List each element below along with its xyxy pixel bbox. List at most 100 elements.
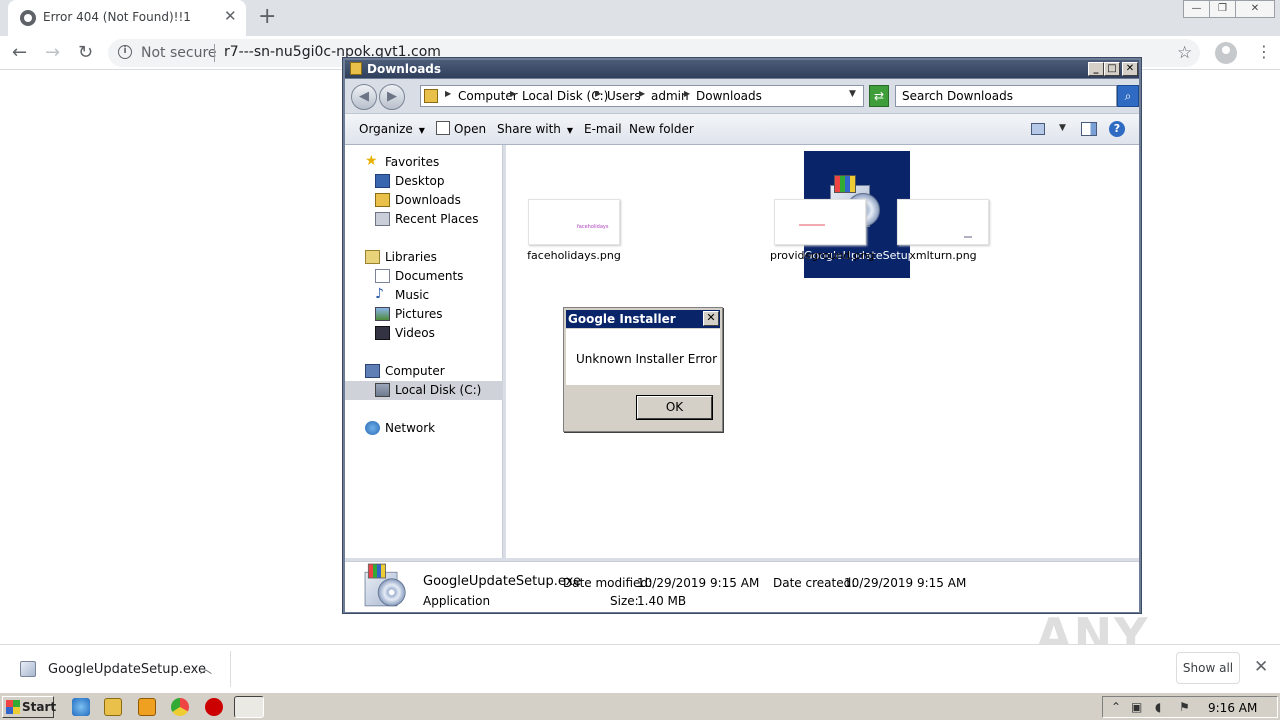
details-pane: GoogleUpdateSetup.exe Date modified: 10/… (345, 561, 1139, 612)
open-button[interactable]: Open (454, 122, 486, 136)
sidebar-item-documents[interactable]: Documents (345, 267, 503, 286)
command-bar: Organize ▼ Open Share with ▼ E-mail New fo… (345, 113, 1139, 145)
flag-icon[interactable]: ⚑ (1179, 700, 1190, 714)
new-folder-button[interactable]: New folder (629, 122, 694, 136)
chevron-up-icon[interactable]: ︿ (200, 660, 212, 677)
minimize-button[interactable]: _ (1088, 62, 1104, 76)
search-input[interactable]: Search Downloads (895, 85, 1117, 107)
sidebar-item-videos[interactable]: Videos (345, 324, 503, 343)
sidebar-item-label: Pictures (395, 307, 443, 321)
organize-button[interactable]: Organize ▼ (359, 122, 425, 136)
error-dialog: Google Installer ✕ Unknown Installer Err… (563, 307, 723, 432)
chevron-right-icon[interactable]: ▶ (639, 89, 645, 98)
restore-window-button[interactable]: ❐ (1209, 0, 1236, 18)
sidebar-item-local-disk[interactable]: Local Disk (C:) (345, 381, 503, 400)
chevron-down-icon: ▼ (566, 126, 574, 135)
thumbnail-mark (964, 236, 972, 238)
sidebar-item-desktop[interactable]: Desktop (345, 172, 503, 191)
explorer-folder-icon[interactable] (104, 698, 122, 716)
profile-avatar[interactable] (1215, 42, 1237, 64)
email-button[interactable]: E-mail (584, 122, 622, 136)
explorer-titlebar[interactable]: Downloads _ □ ✕ (345, 60, 1139, 78)
date-created-label: Date created: (773, 576, 856, 590)
chrome-icon[interactable] (171, 698, 189, 716)
sidebar-item-label: Desktop (395, 174, 445, 188)
breadcrumb[interactable]: ▶ Computer ▶ Local Disk (C:) ▶ Users ▶ a… (420, 85, 864, 107)
dialog-title: Google Installer (568, 312, 676, 326)
volume-icon[interactable]: ◖ (1155, 700, 1161, 714)
back-button[interactable]: ← (12, 42, 27, 63)
preview-pane-icon[interactable] (1081, 122, 1097, 136)
bookmark-star-icon[interactable]: ☆ (1177, 43, 1192, 63)
network-icon (365, 421, 380, 435)
file-item[interactable]: xmlturn.png (893, 199, 993, 269)
close-window-button[interactable]: ✕ (1235, 0, 1275, 18)
opera-icon[interactable] (205, 698, 223, 716)
breadcrumb-admin[interactable]: admin (651, 89, 689, 103)
sidebar-item-recent-places[interactable]: Recent Places (345, 210, 503, 229)
network-tray-icon[interactable]: ▣ (1131, 700, 1142, 714)
chevron-up-icon[interactable]: ⌃ (1111, 700, 1121, 714)
chevron-right-icon[interactable]: ▶ (510, 89, 516, 98)
chevron-down-icon[interactable]: ▼ (849, 89, 856, 99)
tab-title: Error 404 (Not Found)!!1 (43, 10, 191, 24)
info-icon[interactable]: i (118, 45, 132, 59)
ok-button[interactable]: OK (636, 395, 713, 420)
share-with-label: Share with (497, 122, 561, 136)
share-with-button[interactable]: Share with ▼ (497, 122, 573, 136)
chevron-right-icon[interactable]: ▶ (445, 89, 451, 98)
dialog-message: Unknown Installer Error (576, 352, 718, 366)
date-created-value: 10/29/2019 9:15 AM (844, 576, 967, 590)
breadcrumb-computer[interactable]: Computer (458, 89, 518, 103)
installer-task-icon[interactable] (234, 696, 264, 718)
media-player-icon[interactable] (138, 698, 156, 716)
file-name: faceholidays.png (527, 249, 621, 262)
close-button[interactable]: ✕ (1122, 62, 1138, 76)
refresh-button[interactable]: ⇄ (869, 85, 889, 107)
help-icon[interactable]: ? (1109, 121, 1125, 137)
installer-icon (20, 661, 36, 677)
menu-dots-icon[interactable]: ⋮ (1256, 42, 1272, 61)
sidebar-item-music[interactable]: ♪ Music (345, 286, 503, 305)
show-all-button[interactable]: Show all (1176, 652, 1240, 684)
breadcrumb-users[interactable]: Users (607, 89, 641, 103)
close-tab-icon[interactable]: ✕ (224, 7, 237, 25)
sidebar-item-downloads[interactable]: Downloads (345, 191, 503, 210)
libraries-icon (365, 250, 380, 264)
file-item[interactable]: faceholidays faceholidays.png (524, 199, 624, 269)
download-item[interactable]: GoogleUpdateSetup.exe (48, 662, 206, 677)
change-view-icon[interactable] (1031, 123, 1045, 135)
minimize-window-button[interactable]: — (1183, 0, 1210, 18)
sidebar-item-favorites[interactable]: ★ Favorites (345, 153, 503, 172)
start-button[interactable]: Start (2, 696, 56, 718)
reload-button[interactable]: ↻ (78, 42, 93, 63)
dialog-body: Unknown Installer Error (566, 329, 720, 385)
back-button[interactable]: ◀ (351, 84, 377, 110)
new-tab-button[interactable]: + (258, 4, 276, 29)
sidebar-item-pictures[interactable]: Pictures (345, 305, 503, 324)
internet-explorer-icon[interactable] (72, 698, 90, 716)
close-icon[interactable]: ✕ (1254, 657, 1268, 677)
file-item[interactable]: provideground.png (770, 199, 875, 269)
maximize-button[interactable]: □ (1104, 62, 1120, 76)
desktop-icon (375, 174, 390, 188)
forward-button[interactable]: → (45, 42, 60, 63)
chevron-right-icon[interactable]: ▶ (595, 89, 601, 98)
documents-icon (375, 269, 390, 283)
close-icon[interactable]: ✕ (703, 311, 719, 326)
clock[interactable]: 9:16 AM (1208, 701, 1257, 715)
browser-tab[interactable]: Error 404 (Not Found)!!1 ✕ (8, 0, 246, 36)
dialog-titlebar[interactable]: Google Installer ✕ (566, 310, 720, 328)
security-label[interactable]: Not secure (141, 45, 217, 61)
sidebar-item-libraries[interactable]: Libraries (345, 248, 503, 267)
address-row: ◀ ▶ ▶ Computer ▶ Local Disk (C:) ▶ Users… (345, 79, 1139, 113)
sidebar-item-network[interactable]: Network (345, 419, 503, 438)
forward-button[interactable]: ▶ (379, 84, 405, 110)
sidebar-item-computer[interactable]: Computer (345, 362, 503, 381)
chevron-down-icon[interactable]: ▼ (1059, 123, 1066, 133)
organize-label: Organize (359, 122, 413, 136)
installer-icon (363, 562, 407, 608)
chevron-right-icon[interactable]: ▶ (684, 89, 690, 98)
breadcrumb-downloads[interactable]: Downloads (696, 89, 762, 103)
search-icon[interactable]: ⌕ (1117, 85, 1139, 107)
